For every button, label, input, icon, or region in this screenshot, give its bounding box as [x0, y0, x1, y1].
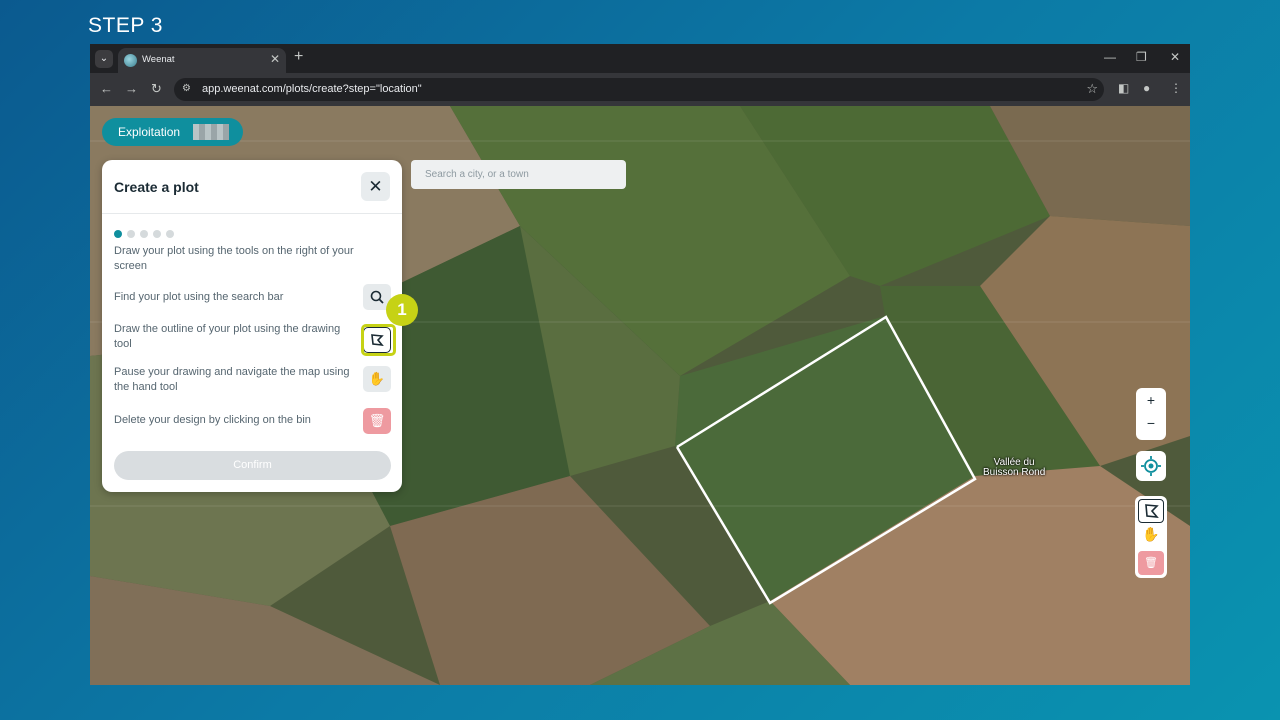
- reload-icon[interactable]: ↻: [151, 81, 162, 97]
- panel-close-icon[interactable]: ✕: [361, 172, 390, 201]
- create-plot-panel: Create a plot ✕ Draw your plot using the…: [102, 160, 402, 492]
- map-draw-tool-icon[interactable]: [1138, 499, 1164, 523]
- map-trash-tool-icon[interactable]: 🗑: [1138, 551, 1164, 575]
- tab-strip: ⌄ Weenat ✕ + — ❐ ✕: [90, 44, 1190, 73]
- panel-divider: [102, 213, 402, 214]
- browser-toolbar: ← → ↻ ⚙ app.weenat.com/plots/create?step…: [90, 73, 1190, 106]
- new-tab-icon[interactable]: +: [294, 48, 303, 66]
- map-place-label-line2: Buisson Rond: [983, 467, 1046, 478]
- step-label: STEP 3: [88, 14, 163, 37]
- confirm-button[interactable]: Confirm: [114, 451, 391, 480]
- map-tools-control: ✋ 🗑: [1135, 496, 1167, 578]
- step-callout-badge: 1: [386, 294, 418, 326]
- bookmark-star-icon[interactable]: ☆: [1086, 81, 1098, 97]
- zoom-control: + −: [1136, 388, 1166, 440]
- restore-icon[interactable]: ❐: [1136, 50, 1147, 64]
- back-icon[interactable]: ←: [100, 81, 113, 96]
- trash-icon[interactable]: 🗑: [363, 408, 391, 434]
- locate-me-icon[interactable]: [1136, 451, 1166, 481]
- forward-icon[interactable]: →: [125, 81, 138, 96]
- step-hand-text: Pause your drawing and navigate the map …: [114, 366, 350, 393]
- progress-dot: [166, 230, 174, 238]
- url-text[interactable]: app.weenat.com/plots/create?step="locati…: [202, 83, 422, 95]
- menu-kebab-icon[interactable]: ⋮: [1170, 81, 1182, 95]
- tab-title: Weenat: [142, 54, 175, 65]
- hand-icon[interactable]: ✋: [363, 366, 391, 392]
- draw-tool-highlight: [361, 324, 396, 356]
- tab-search-icon[interactable]: ⌄: [95, 50, 113, 68]
- window-close-icon[interactable]: ✕: [1170, 50, 1180, 64]
- address-bar[interactable]: ⚙ app.weenat.com/plots/create?step="loca…: [174, 78, 1104, 101]
- browser-window: ⌄ Weenat ✕ + — ❐ ✕ ← → ↻ ⚙ app.weenat.co…: [90, 44, 1190, 685]
- web-viewport: Exploitation Create a plot ✕ Draw your p…: [90, 106, 1190, 685]
- exploitation-selector[interactable]: Exploitation: [102, 118, 243, 146]
- profile-icon[interactable]: ●: [1143, 81, 1150, 95]
- panel-title: Create a plot: [114, 179, 199, 195]
- redacted-exploitation-name: [193, 124, 229, 140]
- step-draw-text: Draw the outline of your plot using the …: [114, 323, 341, 350]
- site-settings-icon[interactable]: ⚙: [182, 83, 191, 94]
- map-hand-tool-icon[interactable]: ✋: [1138, 526, 1164, 548]
- step-delete-text: Delete your design by clicking on the bi…: [114, 414, 311, 426]
- side-panel-icon[interactable]: ◧: [1118, 81, 1129, 95]
- browser-tab[interactable]: Weenat ✕: [118, 48, 286, 73]
- progress-dot: [127, 230, 135, 238]
- progress-dot-active: [114, 230, 122, 238]
- progress-dot: [153, 230, 161, 238]
- zoom-out-icon[interactable]: −: [1136, 415, 1166, 431]
- progress-dots: [114, 225, 179, 243]
- minimize-icon[interactable]: —: [1104, 50, 1116, 64]
- zoom-in-icon[interactable]: +: [1136, 392, 1166, 408]
- exploitation-label: Exploitation: [118, 125, 181, 139]
- panel-intro: Draw your plot using the tools on the ri…: [114, 245, 354, 272]
- step-search-text: Find your plot using the search bar: [114, 291, 284, 303]
- map-search-input[interactable]: [411, 160, 626, 189]
- map-place-label: Vallée du Buisson Rond: [983, 458, 1045, 478]
- weenat-favicon-icon: [124, 54, 137, 67]
- tab-close-icon[interactable]: ✕: [270, 52, 280, 66]
- progress-dot: [140, 230, 148, 238]
